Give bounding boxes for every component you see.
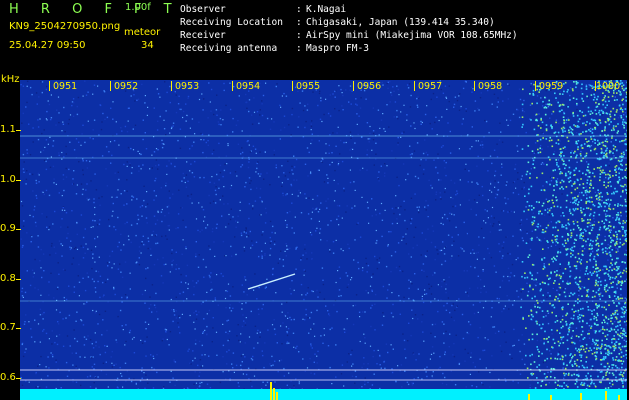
app-version: 1.00f [125, 2, 151, 13]
freq-label: 0.8 [0, 273, 16, 284]
freq-tick [16, 279, 21, 280]
time-label: 0958 [478, 81, 503, 92]
freq-tick [16, 378, 21, 379]
freq-tick [16, 328, 21, 329]
time-label: 0957 [418, 81, 443, 92]
time-tick [414, 81, 415, 91]
baseline-band [20, 389, 627, 400]
time-tick [232, 81, 233, 91]
mode-label: meteor [124, 27, 161, 38]
info-key: Receiving Location [180, 17, 283, 28]
time-tick [49, 81, 50, 91]
freq-tick [16, 229, 21, 230]
time-label: 0955 [296, 81, 321, 92]
time-label: 1000 [596, 81, 621, 92]
time-tick [171, 81, 172, 91]
time-tick [535, 81, 536, 91]
time-tick [474, 81, 475, 91]
time-label: 0959 [539, 81, 564, 92]
freq-label: 0.9 [0, 223, 16, 234]
hroft-window: H R O F F T 1.00f KN9_2504270950.png met… [0, 0, 629, 400]
time-tick [110, 81, 111, 91]
info-value: Chigasaki, Japan (139.414 35.340) [306, 17, 495, 28]
info-key: Receiving antenna [180, 43, 278, 54]
time-label: 0952 [114, 81, 139, 92]
frequency-unit-label: kHz [1, 74, 20, 85]
info-key: Receiver [180, 30, 226, 41]
info-colon: : [296, 43, 302, 54]
freq-label: 1.0 [0, 174, 16, 185]
info-value: AirSpy mini (Miakejima VOR 108.65MHz) [306, 30, 518, 41]
observation-datetime: 25.04.27 09:50 [9, 40, 86, 51]
time-tick [292, 81, 293, 91]
info-colon: : [296, 30, 302, 41]
freq-label: 0.6 [0, 372, 16, 383]
info-colon: : [296, 17, 302, 28]
image-filename: KN9_2504270950.png [9, 21, 121, 32]
info-value: Maspro FM-3 [306, 43, 369, 54]
freq-label: 0.7 [0, 322, 16, 333]
spectrogram-image [20, 80, 627, 400]
time-label: 0953 [175, 81, 200, 92]
spectrogram-plot[interactable] [20, 80, 627, 400]
time-label: 0954 [236, 81, 261, 92]
freq-tick [16, 130, 21, 131]
time-label: 0951 [53, 81, 78, 92]
time-tick [353, 81, 354, 91]
freq-label: 1.1 [0, 124, 16, 135]
info-key: Observer [180, 4, 226, 15]
app-brand: H R O F F T [9, 2, 181, 17]
info-value: K.Nagai [306, 4, 347, 15]
header-panel: H R O F F T 1.00f KN9_2504270950.png met… [0, 0, 629, 75]
time-label: 0956 [357, 81, 382, 92]
info-colon: : [296, 4, 302, 15]
freq-tick [16, 180, 21, 181]
meteor-count: 34 [141, 40, 154, 51]
spectrogram-background [20, 80, 627, 400]
